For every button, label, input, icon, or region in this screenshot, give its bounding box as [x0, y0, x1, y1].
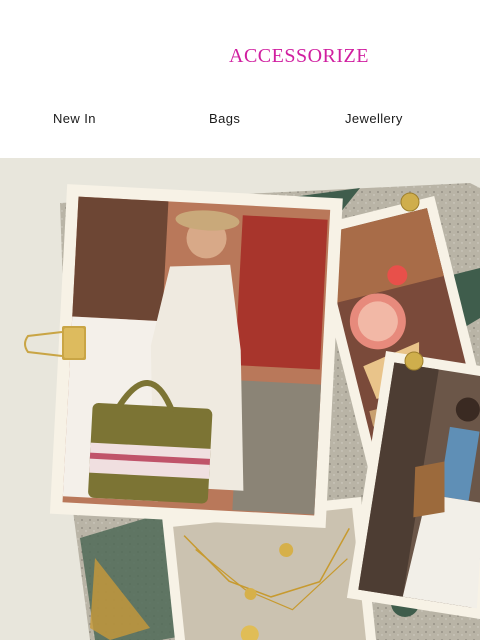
gold-pin-icon — [404, 351, 424, 371]
header: ACCESSORIZE New In Bags Jewellery — [0, 0, 480, 158]
nav-item-new-in[interactable]: New In — [53, 111, 96, 127]
brand-logo[interactable]: ACCESSORIZE — [229, 44, 369, 68]
woman-with-tote-bag-photo — [49, 184, 343, 529]
hero-banner[interactable] — [0, 158, 480, 640]
gold-pin-icon — [400, 192, 420, 212]
binder-clip-icon — [24, 326, 86, 360]
hero-collage — [24, 183, 480, 640]
nav-item-bags[interactable]: Bags — [209, 111, 240, 127]
email-page: ACCESSORIZE New In Bags Jewellery — [0, 0, 480, 640]
nav-item-jewellery[interactable]: Jewellery — [345, 111, 403, 127]
